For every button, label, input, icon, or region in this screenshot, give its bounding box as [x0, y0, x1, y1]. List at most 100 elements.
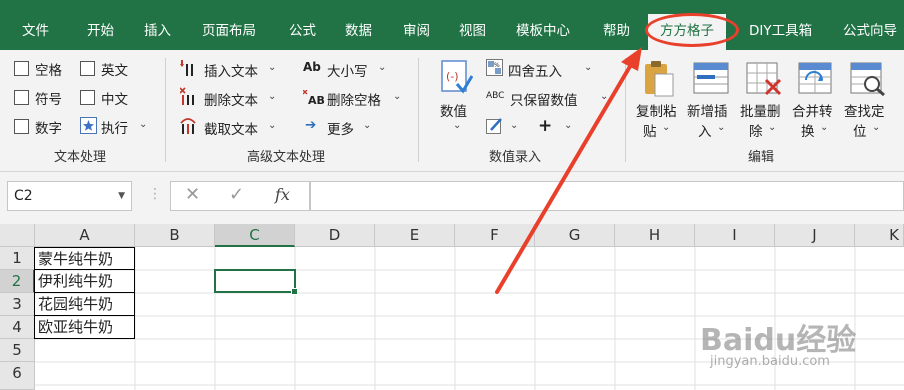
insert-text-icon	[180, 60, 193, 76]
column-header-g[interactable]: G	[535, 224, 615, 247]
cell-a1[interactable]: 蒙牛纯牛奶	[34, 247, 135, 270]
insert-new-button[interactable]: 新增插 入 ⌄	[685, 58, 737, 144]
group-label-edit: 编辑	[748, 150, 775, 165]
drag-handle-icon[interactable]: ⋮	[148, 186, 162, 202]
tab-file[interactable]: 文件	[22, 0, 49, 50]
chevron-down-icon[interactable]: ▼	[118, 182, 125, 210]
tab-formula-wizard[interactable]: 公式向导	[843, 0, 897, 50]
cell-a3[interactable]: 花园纯牛奶	[34, 293, 135, 316]
checkbox-label-space: 空格	[35, 63, 62, 79]
tab-insert[interactable]: 插入	[144, 0, 171, 50]
row-header-4[interactable]: 4	[0, 316, 35, 339]
name-box-value: C2	[14, 188, 33, 204]
tab-diy-toolbox[interactable]: DIY工具箱	[749, 0, 812, 50]
merge-convert-icon	[798, 62, 832, 94]
group-divider	[418, 58, 419, 162]
tab-page-layout[interactable]: 页面布局	[202, 0, 256, 50]
chevron-down-icon: ⌄	[768, 122, 777, 133]
column-header-k[interactable]: K	[855, 224, 904, 247]
row-header-6[interactable]: 6	[0, 362, 35, 390]
column-header-j[interactable]: J	[775, 224, 855, 247]
row-header-1[interactable]: 1	[0, 247, 35, 270]
batch-delete-button[interactable]: 批量删 除 ⌄	[738, 58, 790, 144]
copy-paste-label-line1: 复制粘	[636, 104, 677, 120]
row-header-5[interactable]: 5	[0, 339, 35, 362]
copy-paste-label-line2: 贴	[643, 124, 657, 140]
checkbox-english[interactable]	[80, 61, 95, 76]
chevron-down-icon: ⌄	[564, 120, 573, 131]
tab-data[interactable]: 数据	[345, 0, 372, 50]
active-cell-c2[interactable]	[214, 269, 298, 295]
chevron-down-icon: ⌄	[268, 120, 277, 131]
svg-text:%: %	[494, 62, 500, 69]
keep-value-label: 只保留数值	[510, 93, 578, 109]
more-button[interactable]: ➔ 更多 ⌄	[303, 116, 383, 138]
remove-spaces-label: 删除空格	[327, 93, 381, 109]
numeric-value-label: 数值	[440, 104, 467, 120]
plus-button[interactable]: + ⌄	[538, 116, 578, 138]
clipboard-icon	[645, 61, 674, 97]
watermark-logo: Baidu经验	[700, 323, 857, 358]
cancel-icon[interactable]: ✕	[185, 184, 200, 205]
column-header-f[interactable]: F	[455, 224, 535, 247]
tab-formulas[interactable]: 公式	[289, 0, 316, 50]
row-header-3[interactable]: 3	[0, 293, 35, 316]
arrow-right-icon: ➔	[305, 117, 317, 133]
row-header-2[interactable]: 2	[0, 270, 35, 293]
abc-icon: ABC	[486, 91, 505, 101]
remove-spaces-button[interactable]: AB 删除空格 ⌄	[303, 87, 413, 109]
numeric-value-button[interactable]: (-) 数值 ⌄	[433, 58, 477, 142]
plus-icon: +	[538, 116, 553, 136]
find-locate-button[interactable]: 查找定 位 ⌄	[842, 58, 896, 144]
tab-home[interactable]: 开始	[87, 0, 114, 50]
formula-input[interactable]	[310, 181, 904, 211]
column-header-i[interactable]: I	[695, 224, 775, 247]
tab-review[interactable]: 审阅	[403, 0, 430, 50]
column-header-e[interactable]: E	[375, 224, 455, 247]
numeric-value-icon: (-)	[441, 60, 473, 94]
execute-button[interactable]: 执行 ⌄	[80, 116, 188, 137]
column-header-h[interactable]: H	[615, 224, 695, 247]
delete-text-button[interactable]: 删除文本 ⌄	[180, 87, 290, 109]
merge-convert-label-line1: 合并转	[792, 104, 833, 120]
column-header-d[interactable]: D	[295, 224, 375, 247]
name-box[interactable]: C2 ▼	[7, 181, 132, 211]
chevron-down-icon: ⌄	[453, 120, 462, 131]
extract-text-button[interactable]: 截取文本 ⌄	[180, 116, 290, 138]
keep-value-button[interactable]: ABC 只保留数值 ⌄	[486, 87, 612, 109]
select-all-corner[interactable]	[0, 224, 35, 247]
watermark-url: jingyan.baidu.com	[710, 354, 830, 369]
case-convert-button[interactable]: Ab 大小写 ⌄	[303, 58, 403, 80]
column-header-b[interactable]: B	[135, 224, 215, 247]
checkbox-chinese[interactable]	[80, 90, 95, 105]
copy-paste-button[interactable]: 复制粘 贴 ⌄	[633, 58, 683, 144]
checkbox-space[interactable]	[14, 61, 29, 76]
merge-convert-button[interactable]: 合并转 换 ⌄	[790, 58, 842, 144]
ribbon-tab-bar: 文件 开始 插入 页面布局 公式 数据 审阅 视图 模板中心 帮助 方方格子 D…	[0, 0, 904, 50]
star-icon	[80, 117, 97, 134]
checkbox-label-chinese: 中文	[101, 92, 128, 108]
tab-template-center[interactable]: 模板中心	[516, 0, 570, 50]
cell-a2[interactable]: 伊利纯牛奶	[34, 270, 135, 293]
insert-text-button[interactable]: 插入文本 ⌄	[180, 58, 290, 80]
confirm-icon[interactable]: ✓	[229, 184, 244, 205]
cell-a4[interactable]: 欧亚纯牛奶	[34, 316, 135, 339]
extract-text-icon	[180, 118, 196, 134]
checkbox-label-symbol: 符号	[35, 92, 62, 108]
chevron-down-icon: ⌄	[268, 62, 277, 73]
tab-help[interactable]: 帮助	[603, 0, 630, 50]
checkbox-label-number: 数字	[35, 121, 62, 137]
column-header-c[interactable]: C	[215, 224, 295, 247]
tab-view[interactable]: 视图	[459, 0, 486, 50]
insert-text-label: 插入文本	[204, 64, 258, 80]
round-button[interactable]: % 四舍五入 ⌄	[486, 58, 596, 80]
column-header-a[interactable]: A	[35, 224, 135, 247]
chevron-down-icon: ⌄	[268, 91, 277, 102]
fill-pen-button[interactable]: ⌄	[486, 116, 526, 138]
checkbox-symbol[interactable]	[14, 90, 29, 105]
chevron-down-icon: ⌄	[872, 122, 881, 133]
checkbox-number[interactable]	[14, 119, 29, 134]
insert-function-icon[interactable]: fx	[275, 185, 290, 204]
chevron-down-icon: ⌄	[510, 120, 519, 131]
chevron-down-icon: ⌄	[662, 122, 671, 133]
